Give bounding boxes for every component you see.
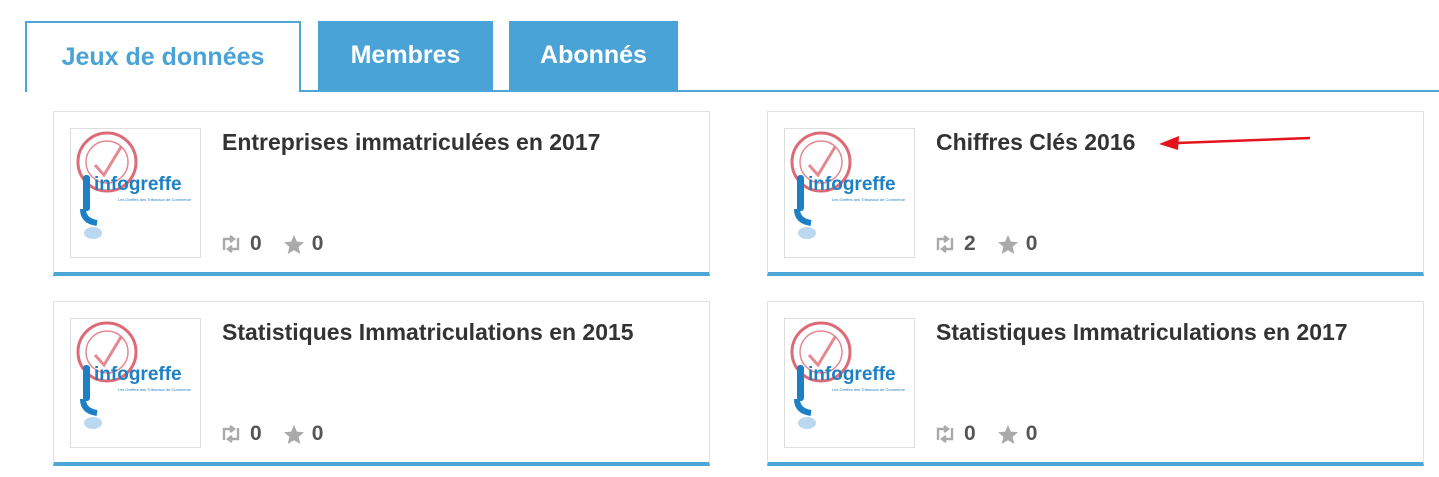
dataset-title[interactable]: Statistiques Immatriculations en 2017	[936, 319, 1406, 346]
logo-brand-text: infogreffe	[808, 364, 896, 385]
reuse-count: 0	[250, 232, 262, 255]
logo-tagline: Les Greffes des Tribunaux de Commerce	[832, 197, 906, 202]
retweet-icon	[219, 425, 243, 443]
star-count: 0	[311, 422, 324, 445]
retweet-icon	[219, 235, 243, 253]
reuse-count: 0	[964, 422, 976, 445]
dataset-card[interactable]: infogreffe Les Greffes des Tribunaux de …	[53, 301, 710, 466]
logo-tagline: Les Greffes des Tribunaux de Commerce	[118, 197, 192, 202]
star-icon	[997, 424, 1019, 445]
retweet-icon	[933, 425, 957, 443]
star-count: 0	[1025, 422, 1038, 445]
logo-brand-text: infogreffe	[808, 174, 896, 195]
dataset-card[interactable]: infogreffe Les Greffes des Tribunaux de …	[767, 301, 1424, 466]
dataset-stats: 2 0	[933, 232, 1058, 256]
star-count: 0	[1025, 232, 1038, 255]
logo-brand-text: infogreffe	[94, 174, 182, 195]
dataset-card[interactable]: infogreffe Les Greffes des Tribunaux de …	[767, 111, 1424, 276]
tab-membres[interactable]: Membres	[318, 21, 493, 90]
reuse-count: 2	[964, 232, 976, 255]
logo-tagline: Les Greffes des Tribunaux de Commerce	[832, 387, 906, 392]
star-icon	[283, 424, 305, 445]
tab-abonnes[interactable]: Abonnés	[509, 21, 678, 90]
star-icon	[283, 234, 305, 255]
logo-brand-text: infogreffe	[94, 364, 182, 385]
dataset-stats: 0 0	[933, 422, 1058, 446]
logo-tagline: Les Greffes des Tribunaux de Commerce	[118, 387, 192, 392]
dataset-stats: 0 0	[219, 422, 344, 446]
star-count: 0	[311, 232, 324, 255]
retweet-icon	[933, 235, 957, 253]
reuse-count: 0	[250, 422, 262, 445]
annotation-arrow-icon	[1159, 136, 1311, 150]
dataset-card[interactable]: infogreffe Les Greffes des Tribunaux de …	[53, 111, 710, 276]
dataset-title[interactable]: Statistiques Immatriculations en 2015	[222, 319, 692, 346]
tab-jeux-de-donnees[interactable]: Jeux de données	[25, 21, 301, 92]
star-icon	[997, 234, 1019, 255]
dataset-stats: 0 0	[219, 232, 344, 256]
dataset-title[interactable]: Entreprises immatriculées en 2017	[222, 129, 692, 156]
tab-bar: Jeux de données Membres Abonnés	[0, 0, 1439, 92]
